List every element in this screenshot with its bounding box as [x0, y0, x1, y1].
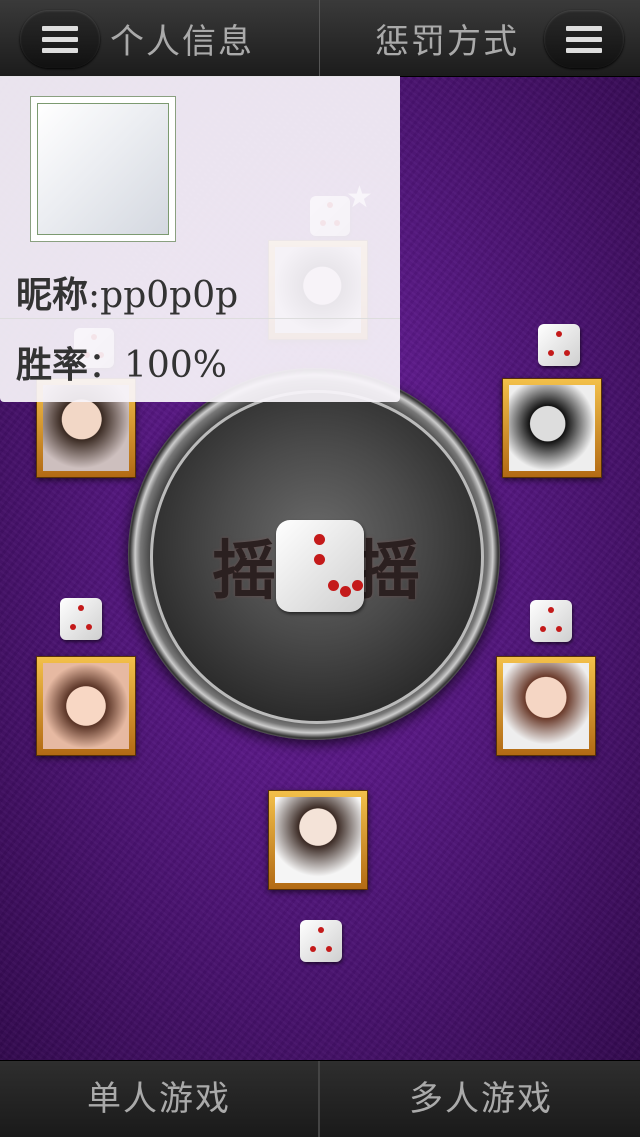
avatar-photo — [43, 663, 129, 749]
winrate-value: 100% — [124, 345, 227, 386]
menu-icon — [42, 26, 78, 59]
tab-personal-info-label: 个人信息 — [110, 22, 254, 62]
avatar-photo — [503, 663, 589, 749]
tab-penalty-method[interactable]: 惩罚方式 — [320, 0, 639, 76]
avatar-photo — [509, 385, 595, 471]
dice-icon — [538, 324, 580, 366]
single-player-button[interactable]: 单人游戏 — [0, 1061, 320, 1137]
nickname-row: 昵称:pp0p0p — [16, 266, 238, 318]
dice-icon — [300, 920, 342, 962]
player-avatar-bottom[interactable] — [268, 790, 368, 890]
profile-avatar[interactable] — [30, 96, 176, 242]
dice-icon — [60, 598, 102, 640]
winrate-separator: ： — [88, 345, 125, 386]
dice-icon — [276, 520, 364, 612]
multi-player-button[interactable]: 多人游戏 — [322, 1061, 640, 1137]
player-avatar-left-bottom[interactable] — [36, 656, 136, 756]
menu-icon — [566, 26, 602, 59]
tab-personal-info[interactable]: 个人信息 — [0, 0, 320, 76]
personal-info-panel: 昵称:pp0p0p 胜率：100% — [0, 76, 400, 402]
nickname-separator: : — [88, 275, 101, 316]
avatar-placeholder — [37, 103, 169, 235]
divider — [0, 318, 400, 319]
shake-text-left: 摇 — [212, 534, 276, 609]
shake-text-right: 摇 — [356, 534, 420, 609]
bottom-bar: 单人游戏 多人游戏 — [0, 1060, 640, 1137]
nickname-label: 昵称 — [16, 274, 89, 316]
player-avatar-right-top[interactable] — [502, 378, 602, 478]
player-avatar-right-bottom[interactable] — [496, 656, 596, 756]
winrate-row: 胜率：100% — [16, 336, 227, 388]
nickname-value: pp0p0p — [100, 275, 239, 316]
winrate-label: 胜率 — [16, 344, 89, 386]
top-bar: 个人信息 惩罚方式 — [0, 0, 640, 77]
tab-penalty-method-label: 惩罚方式 — [375, 22, 519, 62]
right-menu-button[interactable] — [544, 10, 624, 68]
avatar-photo — [275, 797, 361, 883]
left-menu-button[interactable] — [20, 10, 100, 68]
dice-icon — [530, 600, 572, 642]
